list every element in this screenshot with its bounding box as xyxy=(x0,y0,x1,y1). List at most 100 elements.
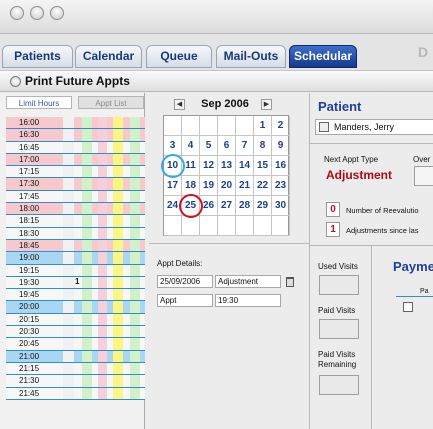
time-slot-row[interactable]: 20:30 xyxy=(6,326,145,339)
time-slot-row[interactable]: 21:45 xyxy=(6,387,145,400)
time-slot-row[interactable]: 18:15 xyxy=(6,215,145,228)
calendar-day[interactable]: 10 xyxy=(161,154,185,178)
provider-column-band xyxy=(63,276,74,289)
calendar-day[interactable]: 9 xyxy=(272,136,290,156)
time-slot-row[interactable]: 19:00 xyxy=(6,252,145,265)
calendar-day[interactable]: 25 xyxy=(179,194,203,218)
zoom-window-icon[interactable] xyxy=(50,6,64,20)
time-slot-row[interactable]: 18:00 xyxy=(6,203,145,216)
time-slot-row[interactable]: 20:00 xyxy=(6,301,145,314)
calendar-day[interactable]: 11 xyxy=(182,156,200,176)
provider-column-band xyxy=(113,264,123,276)
time-slot-label: 17:30 xyxy=(19,179,40,189)
time-slot-row[interactable]: 18:45 xyxy=(6,239,145,253)
tab-mail-outs[interactable]: Mail-Outs xyxy=(216,45,286,68)
tab-patients[interactable]: Patients xyxy=(2,45,73,68)
calendar-day[interactable]: 17 xyxy=(164,176,182,196)
calendar-day[interactable]: 26 xyxy=(200,196,218,216)
calendar-day[interactable]: 15 xyxy=(254,156,272,176)
payment-checkbox[interactable] xyxy=(403,302,413,312)
print-radio-icon[interactable] xyxy=(10,76,21,87)
calendar-day[interactable]: 22 xyxy=(254,176,272,196)
calendar-day[interactable]: 27 xyxy=(218,196,236,216)
time-slot-label: 19:30 xyxy=(19,277,40,287)
provider-column-band xyxy=(82,301,92,313)
minimize-window-icon[interactable] xyxy=(30,6,44,20)
next-month-button[interactable]: ▶ xyxy=(261,99,272,110)
time-slot-row[interactable]: 19:15 xyxy=(6,264,145,277)
print-future-appts-label[interactable]: Print Future Appts xyxy=(25,74,130,88)
provider-column-band xyxy=(63,190,74,203)
calendar-day[interactable]: 19 xyxy=(200,176,218,196)
calendar-day[interactable]: 20 xyxy=(218,176,236,196)
calendar-day[interactable]: 18 xyxy=(182,176,200,196)
calendar-day[interactable]: 7 xyxy=(236,136,254,156)
time-slot-row[interactable]: 17:00 xyxy=(6,153,145,167)
calendar-day[interactable]: 5 xyxy=(200,136,218,156)
time-slot-row[interactable]: 17:30 xyxy=(6,178,145,191)
time-slot-row[interactable]: 16:30 xyxy=(6,129,145,142)
provider-column-band xyxy=(82,117,92,129)
paid-visits-field[interactable] xyxy=(319,319,359,339)
close-window-icon[interactable] xyxy=(10,6,24,20)
calendar-day[interactable]: 12 xyxy=(200,156,218,176)
calendar-day[interactable]: 30 xyxy=(272,196,290,216)
calendar-day[interactable]: 29 xyxy=(254,196,272,216)
provider-column-band xyxy=(98,289,107,301)
trash-icon[interactable] xyxy=(286,277,294,287)
time-slot-row[interactable]: 19:30 1 xyxy=(6,276,145,290)
calendar-day[interactable]: 4 xyxy=(182,136,200,156)
tab-limit-hours[interactable]: Limit Hours xyxy=(6,96,72,109)
tab-queue[interactable]: Queue xyxy=(146,45,212,68)
provider-column-band xyxy=(113,252,123,264)
override-button[interactable] xyxy=(414,166,433,186)
visits-divider xyxy=(371,246,372,429)
time-slot-row[interactable]: 19:45 xyxy=(6,289,145,302)
provider-column-band xyxy=(82,264,92,276)
calendar-day[interactable]: 23 xyxy=(272,176,290,196)
paid-visits-remaining-field[interactable] xyxy=(319,375,359,395)
time-slot-row[interactable]: 21:30 xyxy=(6,375,145,388)
time-slot-row[interactable]: 17:45 xyxy=(6,190,145,204)
calendar-day[interactable]: 8 xyxy=(254,136,272,156)
paid-visits-label: Paid Visits xyxy=(318,306,356,315)
tab-schedular[interactable]: Schedular xyxy=(289,45,357,68)
time-slot-row[interactable]: 16:00 xyxy=(6,117,145,130)
provider-column-band xyxy=(130,203,140,215)
reevaluations-count: 0 xyxy=(326,202,340,217)
calendar-day[interactable]: 21 xyxy=(236,176,254,196)
prev-month-button[interactable]: ◀ xyxy=(174,99,185,110)
calendar-day[interactable]: 13 xyxy=(218,156,236,176)
time-slot-row[interactable]: 20:15 xyxy=(6,313,145,327)
provider-column-band xyxy=(130,117,140,129)
used-visits-label: Used Visits xyxy=(318,262,358,271)
calendar-day[interactable]: 14 xyxy=(236,156,254,176)
calendar-day[interactable]: 2 xyxy=(272,116,290,136)
time-slot-row[interactable]: 21:15 xyxy=(6,362,145,376)
tab-appt-list[interactable]: Appt List xyxy=(78,96,144,109)
calendar-day[interactable]: 16 xyxy=(272,156,290,176)
provider-column-band xyxy=(82,141,92,153)
adjustments-count: 1 xyxy=(326,222,340,237)
provider-column-band xyxy=(113,276,123,289)
time-slot-row[interactable]: 20:45 xyxy=(6,338,145,351)
provider-column-band xyxy=(113,153,123,166)
appt-type-field[interactable]: Adjustment xyxy=(215,275,281,288)
triangle-left-icon: ◀ xyxy=(176,101,183,108)
calendar-day[interactable]: 6 xyxy=(218,136,236,156)
used-visits-field[interactable] xyxy=(319,275,359,295)
patient-selector[interactable]: Manders, Jerry xyxy=(315,119,433,135)
time-slot-row[interactable]: 16:45 xyxy=(6,141,145,154)
calendar-day[interactable]: 3 xyxy=(164,136,182,156)
tab-calendar[interactable]: Calendar xyxy=(75,45,142,68)
time-slot-row[interactable]: 18:30 xyxy=(6,227,145,240)
time-slot-row[interactable]: 21:00 xyxy=(6,350,145,363)
appt-date-field[interactable]: 25/09/2006 xyxy=(157,275,213,288)
appt-time-field[interactable]: 19:30 xyxy=(215,294,281,307)
calendar-day[interactable]: 28 xyxy=(236,196,254,216)
calendar-day[interactable]: 1 xyxy=(254,116,272,136)
override-label: Over xyxy=(413,155,431,164)
appt-kind-field[interactable]: Appt xyxy=(157,294,213,307)
patient-lookup-icon[interactable] xyxy=(319,122,329,132)
time-slot-row[interactable]: 17:15 xyxy=(6,166,145,179)
